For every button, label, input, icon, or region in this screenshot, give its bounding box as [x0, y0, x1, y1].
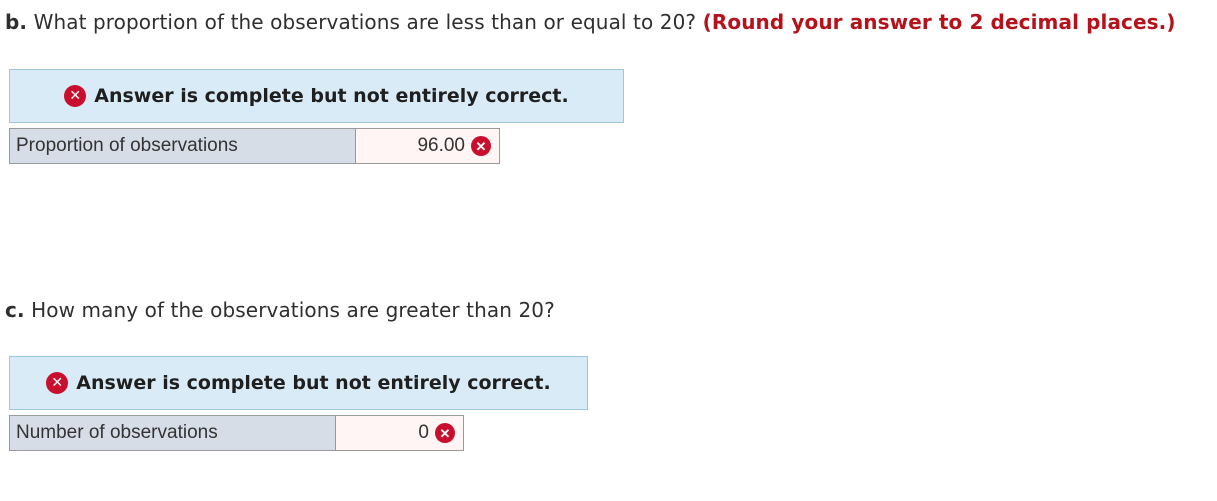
question-c: c. How many of the observations are grea… — [5, 298, 555, 322]
answer-value-c: 0 — [418, 422, 429, 443]
answer-label-b: Proportion of observations — [10, 129, 356, 163]
feedback-text-b: Answer is complete but not entirely corr… — [94, 85, 569, 107]
feedback-banner-c: ✕ Answer is complete but not entirely co… — [9, 356, 588, 410]
incorrect-icon: ✕ — [46, 372, 69, 394]
question-b-letter: b. — [5, 10, 28, 34]
answer-row-c: Number of observations 0 ✕ — [9, 415, 464, 451]
answer-value-b: 96.00 — [417, 135, 465, 156]
answer-input-c[interactable]: 0 ✕ — [336, 416, 463, 450]
incorrect-icon: ✕ — [435, 423, 455, 443]
answer-label-c: Number of observations — [10, 416, 336, 450]
incorrect-icon: ✕ — [64, 85, 87, 107]
question-c-text: How many of the observations are greater… — [31, 298, 555, 322]
question-b: b. What proportion of the observations a… — [5, 10, 1176, 34]
question-b-text: What proportion of the observations are … — [33, 10, 697, 34]
feedback-banner-b: ✕ Answer is complete but not entirely co… — [9, 69, 624, 123]
feedback-text-c: Answer is complete but not entirely corr… — [76, 372, 551, 394]
answer-input-b[interactable]: 96.00 ✕ — [356, 129, 499, 163]
question-c-letter: c. — [5, 298, 25, 322]
question-b-rounding-note: (Round your answer to 2 decimal places.) — [702, 10, 1176, 34]
answer-row-b: Proportion of observations 96.00 ✕ — [9, 128, 500, 164]
incorrect-icon: ✕ — [471, 136, 491, 156]
